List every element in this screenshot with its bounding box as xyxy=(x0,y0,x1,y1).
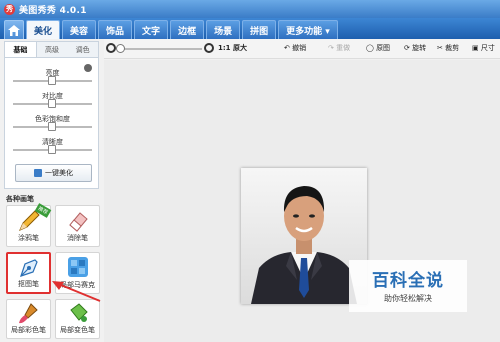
tab-scene[interactable]: 场景 xyxy=(206,20,241,39)
home-tab[interactable] xyxy=(4,20,24,39)
magic-wand-icon xyxy=(34,169,42,177)
cutout-brush-label: 抠图笔 xyxy=(18,280,39,288)
watermark: 百科全说 助你轻松解决 xyxy=(349,260,467,312)
original-button[interactable]: ◯ 原图 xyxy=(366,43,390,53)
adjust-panel: 基础 高级 调色 亮度 对比度 色彩饱和度 清晰度 一键美化 xyxy=(4,41,99,189)
paintbrush-icon xyxy=(19,303,38,324)
zoom-slider-handle[interactable] xyxy=(116,44,125,53)
brushes-title: 各种画笔 xyxy=(6,195,34,203)
one-click-beautify-button[interactable]: 一键美化 xyxy=(15,164,92,182)
recolor-brush-button[interactable]: 局部变色笔 xyxy=(55,299,100,339)
eraser-brush-label: 消除笔 xyxy=(67,234,88,242)
rotate-button[interactable]: ⟳ 旋转 xyxy=(404,43,426,53)
redo-label: 重做 xyxy=(336,44,351,52)
resize-label: 尺寸 xyxy=(480,44,495,52)
one-click-label: 一键美化 xyxy=(45,169,73,177)
home-icon xyxy=(8,24,20,36)
undo-label: 撤销 xyxy=(292,44,307,52)
color-brush-button[interactable]: 局部彩色笔 xyxy=(6,299,51,339)
recolor-brush-label: 局部变色笔 xyxy=(60,326,95,334)
title-bar: 秀 美图秀秀 4.0.1 xyxy=(0,0,500,18)
image-toolbar: 1:1 原大 ↶ 撤销 ↷ 重做 ◯ 原图 ⟳ 旋转 ✂ 裁剪 ▣ 尺寸 xyxy=(104,39,500,59)
crop-label: 裁剪 xyxy=(445,44,460,52)
undo-button[interactable]: ↶ 撤销 xyxy=(284,43,306,53)
crop-button[interactable]: ✂ 裁剪 xyxy=(437,43,459,53)
paint-bucket-icon xyxy=(70,303,88,322)
saturation-slider-handle[interactable] xyxy=(48,122,56,131)
tab-text[interactable]: 文字 xyxy=(134,20,169,39)
zoom-in-icon[interactable] xyxy=(204,43,214,53)
subtab-color[interactable]: 调色 xyxy=(67,42,98,57)
tab-collage[interactable]: 拼图 xyxy=(242,20,277,39)
redo-button[interactable]: ↷ 重做 xyxy=(328,43,350,53)
cutout-brush-button[interactable]: 抠图笔 xyxy=(6,252,51,294)
adjust-subtabs: 基础 高级 调色 xyxy=(5,42,98,58)
watermark-subtitle: 助你轻松解决 xyxy=(384,294,432,303)
main-nav: 美化 美容 饰品 文字 边框 场景 拼图 更多功能 ▾ xyxy=(0,18,500,39)
zoom-out-icon[interactable] xyxy=(106,43,116,53)
annotation-arrow xyxy=(52,281,101,302)
brightness-slider-handle[interactable] xyxy=(48,76,56,85)
app-title: 美图秀秀 4.0.1 xyxy=(19,5,87,16)
original-label: 原图 xyxy=(376,44,391,52)
eraser-brush-button[interactable]: 消除笔 xyxy=(55,205,100,247)
watermark-title: 百科全说 xyxy=(372,271,444,291)
tab-beautify[interactable]: 美化 xyxy=(26,20,61,39)
zoom-original-button[interactable]: 1:1 原大 xyxy=(218,43,247,53)
color-brush-label: 局部彩色笔 xyxy=(11,326,46,334)
subtab-advanced[interactable]: 高级 xyxy=(37,42,68,57)
tab-frame[interactable]: 边框 xyxy=(170,20,205,39)
mosaic-icon xyxy=(68,257,88,277)
app-logo-icon: 秀 xyxy=(4,3,15,15)
zoom-slider[interactable] xyxy=(116,44,202,53)
rotate-label: 旋转 xyxy=(412,44,427,52)
subtab-basic[interactable]: 基础 xyxy=(5,42,37,57)
tab-more[interactable]: 更多功能 ▾ xyxy=(278,20,338,39)
tab-accessories[interactable]: 饰品 xyxy=(98,20,133,39)
pen-nib-icon xyxy=(20,259,38,277)
doodle-brush-button[interactable]: 推荐 涂鸦笔 xyxy=(6,203,52,247)
tab-beauty[interactable]: 美容 xyxy=(62,20,97,39)
contrast-slider-handle[interactable] xyxy=(48,99,56,108)
doodle-brush-label: 涂鸦笔 xyxy=(18,234,39,242)
resize-button[interactable]: ▣ 尺寸 xyxy=(472,43,495,53)
sharpness-slider-handle[interactable] xyxy=(48,145,56,154)
eraser-icon xyxy=(69,212,88,232)
